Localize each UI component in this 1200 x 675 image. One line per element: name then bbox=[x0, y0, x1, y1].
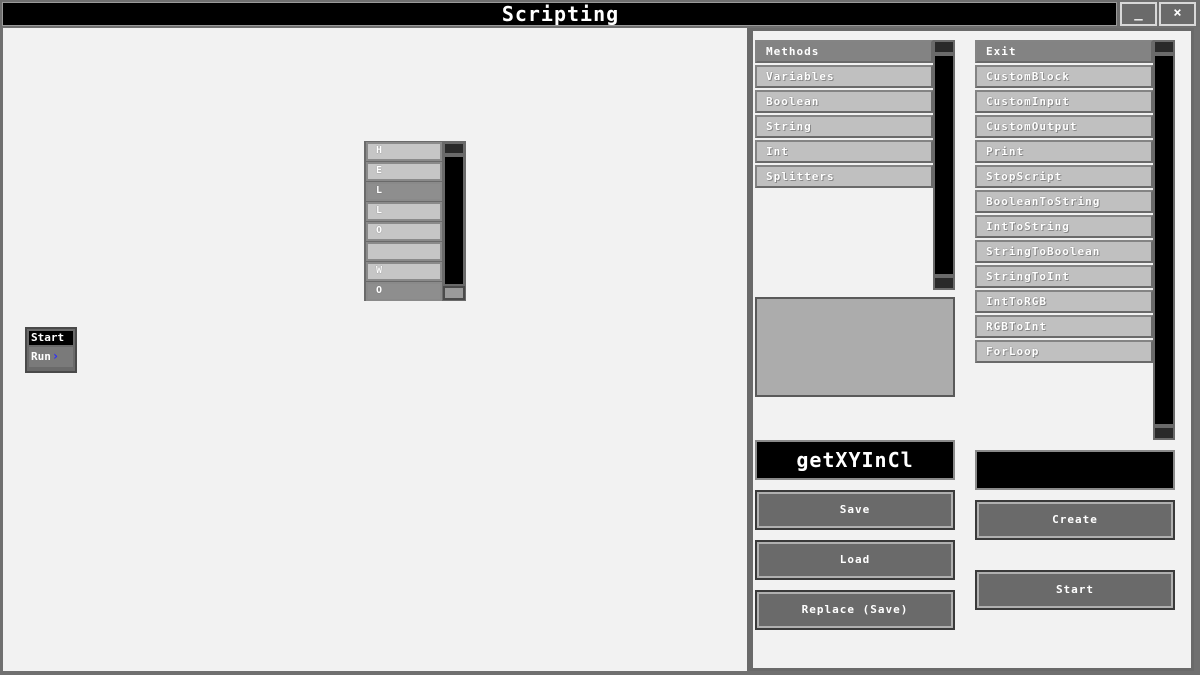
method-item-customoutput[interactable]: CustomOutput bbox=[975, 115, 1153, 138]
category-item-int[interactable]: Int bbox=[755, 140, 933, 163]
word-item[interactable]: L bbox=[366, 202, 442, 221]
method-item-inttorgb[interactable]: IntToRGB bbox=[975, 290, 1153, 313]
replace-save-button[interactable]: Replace (Save) bbox=[755, 590, 955, 630]
method-item-rgbtoint[interactable]: RGBToInt bbox=[975, 315, 1153, 338]
category-item-string[interactable]: String bbox=[755, 115, 933, 138]
method-scrollbar[interactable] bbox=[1153, 54, 1175, 426]
word-item[interactable]: W bbox=[366, 262, 442, 281]
method-item-stringtoboolean[interactable]: StringToBoolean bbox=[975, 240, 1153, 263]
title-bar: Scripting _ × bbox=[0, 0, 1200, 27]
save-button[interactable]: Save bbox=[755, 490, 955, 530]
category-item-boolean[interactable]: Boolean bbox=[755, 90, 933, 113]
method-item-forloop[interactable]: ForLoop bbox=[975, 340, 1153, 363]
word-item[interactable]: O bbox=[366, 222, 442, 241]
category-scroll-up[interactable] bbox=[933, 40, 955, 54]
start-block[interactable]: Start Run› bbox=[25, 327, 77, 373]
word-item[interactable]: H bbox=[366, 142, 442, 161]
method-item-custominput[interactable]: CustomInput bbox=[975, 90, 1153, 113]
category-scroll-down[interactable] bbox=[933, 276, 955, 290]
word-item[interactable] bbox=[366, 242, 442, 261]
run-output[interactable]: Run› bbox=[29, 347, 73, 367]
run-arrow-icon: › bbox=[51, 349, 60, 363]
word-item[interactable]: O bbox=[366, 282, 442, 301]
method-item-stopscript[interactable]: StopScript bbox=[975, 165, 1153, 188]
method-item-booleantostring[interactable]: BooleanToString bbox=[975, 190, 1153, 213]
load-button[interactable]: Load bbox=[755, 540, 955, 580]
word-item[interactable]: L bbox=[366, 182, 442, 201]
method-item-exit[interactable]: Exit bbox=[975, 40, 1153, 63]
new-block-name-field[interactable] bbox=[975, 450, 1175, 490]
category-item-methods[interactable]: Methods bbox=[755, 40, 933, 63]
title-area: Scripting bbox=[2, 2, 1117, 26]
script-canvas[interactable] bbox=[3, 28, 747, 671]
run-label: Run bbox=[31, 350, 51, 363]
close-button[interactable]: × bbox=[1159, 2, 1196, 26]
word-scrollbar[interactable] bbox=[443, 155, 465, 286]
block-preview bbox=[755, 297, 955, 397]
method-item-stringtoint[interactable]: StringToInt bbox=[975, 265, 1153, 288]
word-item[interactable]: E bbox=[366, 162, 442, 181]
method-item-inttostring[interactable]: IntToString bbox=[975, 215, 1153, 238]
category-scrollbar[interactable] bbox=[933, 54, 955, 276]
method-scroll-down[interactable] bbox=[1153, 426, 1175, 440]
window-title: Scripting bbox=[501, 2, 620, 26]
minimize-button[interactable]: _ bbox=[1120, 2, 1157, 26]
script-name-field[interactable]: getXYInCl bbox=[755, 440, 955, 480]
word-scroll-up[interactable] bbox=[443, 142, 465, 155]
word-scroll-down[interactable] bbox=[443, 286, 465, 300]
category-item-variables[interactable]: Variables bbox=[755, 65, 933, 88]
category-item-splitters[interactable]: Splitters bbox=[755, 165, 933, 188]
start-block-header: Start bbox=[29, 331, 73, 345]
method-scroll-up[interactable] bbox=[1153, 40, 1175, 54]
method-item-print[interactable]: Print bbox=[975, 140, 1153, 163]
create-button[interactable]: Create bbox=[975, 500, 1175, 540]
method-item-customblock[interactable]: CustomBlock bbox=[975, 65, 1153, 88]
start-button[interactable]: Start bbox=[975, 570, 1175, 610]
